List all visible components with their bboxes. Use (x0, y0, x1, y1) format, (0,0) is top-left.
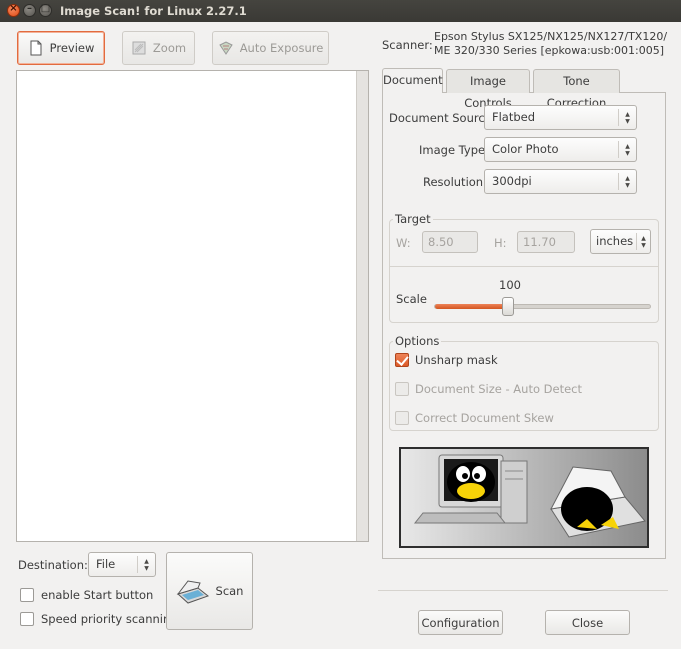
chevron-updown-icon: ▲ ▼ (618, 141, 636, 158)
target-title: Target (393, 212, 433, 226)
chevron-updown-icon: ▲ ▼ (618, 109, 636, 126)
minimize-icon: – (27, 3, 32, 14)
document-source-select[interactable]: Flatbed ▲ ▼ (484, 105, 637, 130)
scale-label: Scale (396, 292, 427, 306)
speed-priority-label: Speed priority scanning (41, 612, 178, 626)
tab-document-label: Document (383, 73, 443, 87)
scale-slider-fill (435, 304, 507, 309)
unsharp-mask-label: Unsharp mask (415, 353, 498, 367)
preview-label: Preview (49, 41, 95, 55)
image-type-label: Image Type: (419, 143, 489, 157)
height-label: H: (494, 236, 507, 250)
close-label: Close (571, 615, 604, 630)
chevron-updown-icon: ▲ ▼ (618, 173, 636, 190)
zoom-button[interactable]: Zoom (122, 31, 195, 65)
auto-exposure-icon (218, 40, 234, 56)
resolution-select[interactable]: 300dpi ▲ ▼ (484, 169, 637, 194)
units-select[interactable]: inches ▲ ▼ (590, 229, 651, 254)
auto-detect-checkbox[interactable] (395, 382, 409, 396)
scanner-name-line2: ME 320/330 Series [epkowa:usb:001:005] (434, 44, 665, 57)
configuration-label: Configuration (421, 615, 500, 630)
width-label: W: (396, 236, 411, 250)
enable-start-button-checkbox[interactable] (20, 588, 34, 602)
title-bar: × – □ Image Scan! for Linux 2.27.1 (0, 0, 681, 22)
window-close-button[interactable]: × (7, 3, 20, 17)
close-button[interactable]: Close (545, 610, 630, 635)
document-source-value: Flatbed (492, 110, 536, 124)
preview-button[interactable]: Preview (17, 31, 105, 65)
auto-detect-label: Document Size - Auto Detect (415, 382, 583, 396)
height-value: 11.70 (523, 235, 556, 249)
window-title: Image Scan! for Linux 2.27.1 (60, 4, 247, 18)
unsharp-mask-checkbox[interactable] (395, 353, 409, 367)
destination-label: Destination: (18, 558, 88, 572)
scan-label: Scan (215, 584, 244, 598)
preview-scrollbar[interactable] (356, 71, 368, 541)
width-value: 8.50 (428, 235, 454, 249)
chevron-updown-icon: ▲ ▼ (636, 233, 650, 250)
zoom-icon (131, 40, 147, 56)
window-maximize-button[interactable]: □ (39, 3, 52, 17)
scanner-icon (176, 578, 210, 604)
image-type-select[interactable]: Color Photo ▲ ▼ (484, 137, 637, 162)
tab-tone-correction[interactable]: Tone Correction (533, 69, 620, 110)
image-type-value: Color Photo (492, 142, 559, 156)
preview-canvas[interactable] (16, 70, 369, 542)
width-field[interactable]: 8.50 (422, 231, 478, 253)
correct-skew-checkbox[interactable] (395, 411, 409, 425)
tab-image-controls[interactable]: Image Controls (446, 69, 530, 110)
tab-document[interactable]: Document (382, 68, 443, 93)
units-value: inches (596, 234, 634, 248)
penguin-illustration (401, 449, 647, 546)
speed-priority-checkbox[interactable] (20, 612, 34, 626)
auto-exposure-label: Auto Exposure (239, 41, 324, 55)
penguin-banner (399, 447, 649, 548)
zoom-label: Zoom (152, 41, 187, 55)
resolution-value: 300dpi (492, 174, 532, 188)
scale-value: 100 (499, 278, 521, 292)
document-icon (28, 40, 44, 56)
scanner-name-line1: Epson Stylus SX125/NX125/NX127/TX120/ (434, 30, 668, 43)
scan-button[interactable]: Scan (166, 552, 253, 630)
height-field[interactable]: 11.70 (517, 231, 575, 253)
window-minimize-button[interactable]: – (23, 3, 36, 17)
target-separator (390, 266, 658, 267)
correct-skew-label: Correct Document Skew (415, 411, 554, 425)
close-icon: × (9, 3, 18, 14)
auto-exposure-button[interactable]: Auto Exposure (212, 31, 329, 65)
configuration-button[interactable]: Configuration (418, 610, 503, 635)
bottom-separator (378, 590, 668, 591)
scanner-label: Scanner: (382, 38, 433, 52)
scale-slider-track[interactable] (434, 304, 651, 309)
maximize-icon: □ (40, 3, 51, 14)
resolution-label: Resolution: (423, 175, 487, 189)
destination-select[interactable]: File ▲ ▼ (88, 552, 156, 577)
options-title: Options (393, 334, 442, 348)
scale-slider-handle[interactable] (502, 297, 514, 316)
enable-start-button-label: enable Start button (41, 588, 154, 602)
destination-value: File (96, 557, 116, 571)
chevron-updown-icon: ▲ ▼ (137, 556, 155, 573)
document-source-label: Document Source: (389, 111, 496, 125)
